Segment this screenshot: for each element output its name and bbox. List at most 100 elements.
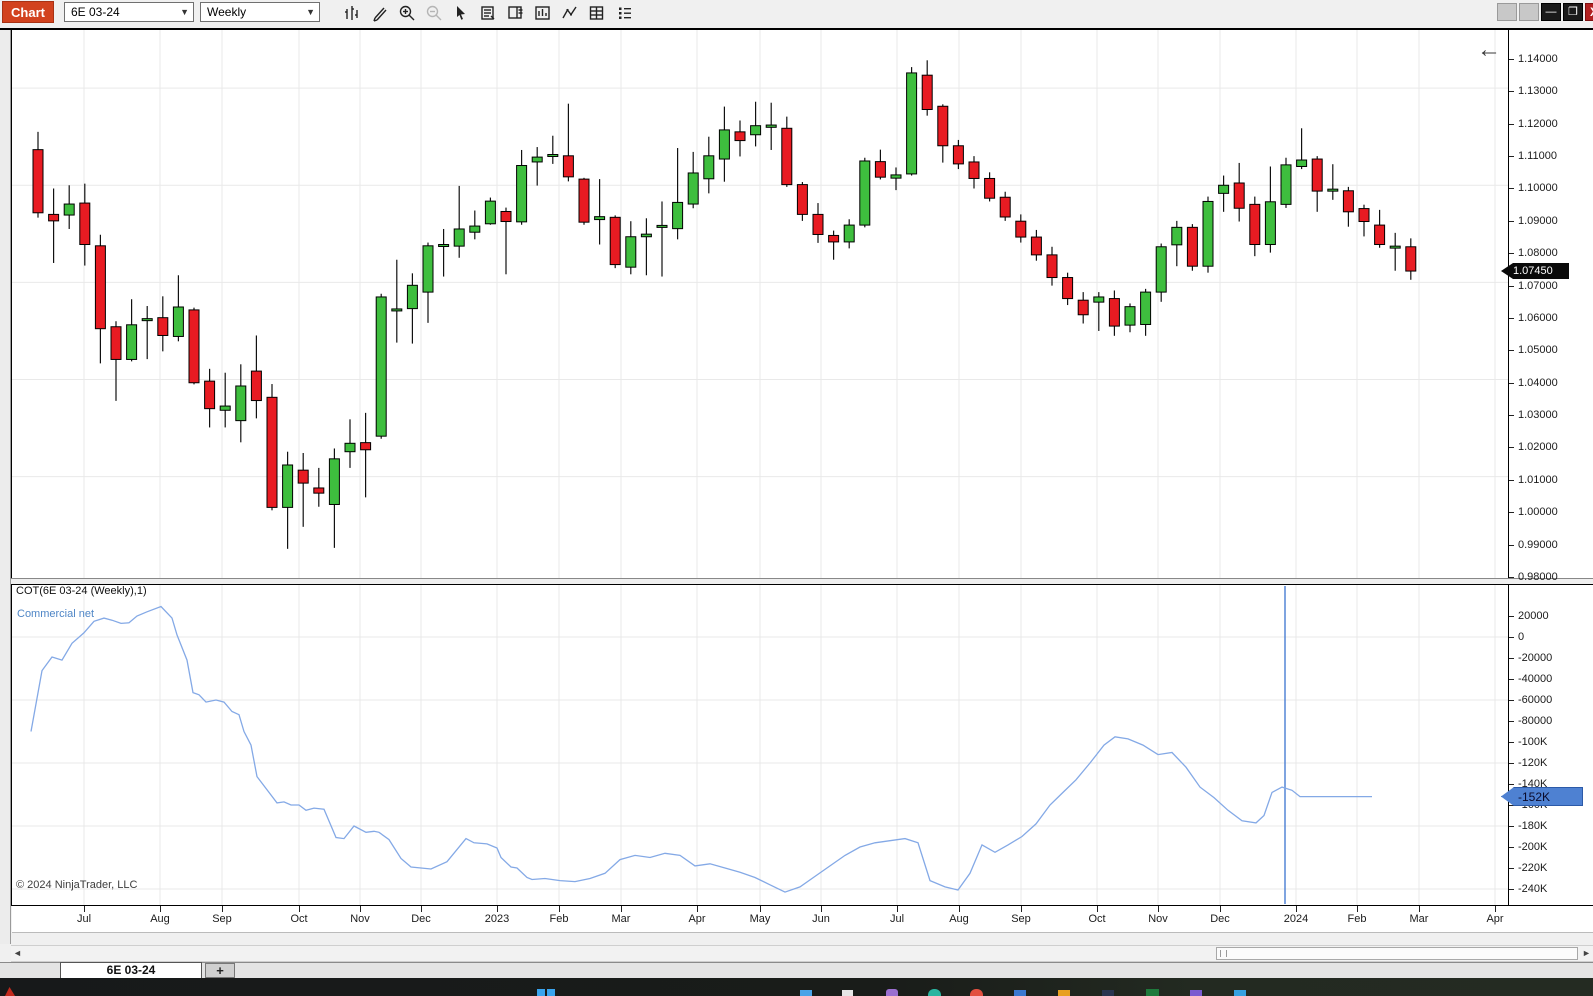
candle-body xyxy=(1077,299,1089,316)
cot-chart[interactable] xyxy=(12,585,1508,905)
time-axis-label: Sep xyxy=(212,913,232,925)
candle-body xyxy=(282,464,294,508)
price-axis-label: 1.13000 xyxy=(1518,85,1558,97)
scroll-right-arrow-icon[interactable]: ► xyxy=(1582,946,1591,961)
taskbar-icon-navy[interactable] xyxy=(1102,990,1114,996)
chart-menu-button[interactable]: Chart xyxy=(2,1,54,23)
price-axis-tick xyxy=(1509,512,1514,513)
price-axis-label: 1.05000 xyxy=(1518,344,1558,356)
candle-body xyxy=(937,105,949,147)
data-sheet-button[interactable] xyxy=(467,2,495,23)
candle-body xyxy=(734,131,746,142)
cot-axis-label: -180K xyxy=(1518,820,1548,832)
window-panel-button[interactable] xyxy=(495,2,523,23)
candle-body xyxy=(1296,159,1308,167)
taskbar-icon-blue[interactable] xyxy=(800,990,812,996)
tab-row xyxy=(0,962,1593,978)
indicator-box-button[interactable] xyxy=(522,2,550,23)
chart-border-left xyxy=(11,30,12,905)
candle-body xyxy=(547,154,559,158)
panel-splitter-bottom xyxy=(11,584,1593,585)
candle-body xyxy=(406,284,418,310)
price-axis-tick xyxy=(1509,577,1514,578)
price-axis-tick xyxy=(1509,286,1514,287)
price-axis-label: 1.06000 xyxy=(1518,312,1558,324)
candle-body xyxy=(1015,220,1027,238)
candle-body xyxy=(313,487,325,494)
price-axis-label: 1.02000 xyxy=(1518,441,1558,453)
time-axis-label: Oct xyxy=(290,913,308,925)
bar-chart-button[interactable] xyxy=(331,2,358,23)
window-extra-button-2[interactable] xyxy=(1519,3,1539,21)
cot-axis-label: -200K xyxy=(1518,841,1548,853)
time-axis-tick xyxy=(760,906,761,912)
cot-series-legend[interactable]: Commercial net xyxy=(17,608,94,620)
taskbar-icon-blue-3[interactable] xyxy=(1234,990,1246,996)
time-axis-label: Feb xyxy=(1347,913,1367,925)
window-extra-button[interactable] xyxy=(1497,3,1517,21)
window-left-edge xyxy=(0,30,11,944)
time-axis-tick xyxy=(559,906,560,912)
candle-body xyxy=(32,149,44,214)
instrument-dropdown[interactable]: 6E 03-24 ▼ xyxy=(64,2,194,22)
candle-body xyxy=(984,177,996,199)
taskbar-icon-purple-2[interactable] xyxy=(1190,990,1202,996)
candle-body xyxy=(906,72,918,175)
go-to-last-bar-arrow-icon[interactable]: ← xyxy=(1477,36,1501,64)
list-button[interactable] xyxy=(604,2,631,23)
zigzag-button[interactable] xyxy=(549,2,577,23)
cursor-button[interactable] xyxy=(440,2,465,23)
time-axis-label: Jul xyxy=(76,913,92,925)
cot-indicator-title: COT(6E 03-24 (Weekly),1) xyxy=(16,585,147,597)
taskbar-icon-purple[interactable] xyxy=(886,989,898,996)
restore-button[interactable]: ❐ xyxy=(1563,3,1583,21)
price-axis-label: 1.01000 xyxy=(1518,474,1558,486)
taskbar-icon-orange[interactable] xyxy=(1058,990,1070,996)
time-axis-label: Jul xyxy=(889,913,905,925)
taskbar-app-icon[interactable] xyxy=(5,987,15,996)
taskbar-icon-blue-2[interactable] xyxy=(1014,990,1026,996)
windows-start-icon[interactable] xyxy=(537,989,545,996)
axis-border xyxy=(1508,30,1509,905)
taskbar-icon-white[interactable] xyxy=(842,990,853,996)
candle-body xyxy=(1202,200,1214,267)
candle-body xyxy=(126,324,138,360)
scrollbar-thumb[interactable] xyxy=(1216,947,1578,960)
tab-6e-03-24[interactable]: 6E 03-24 xyxy=(60,962,202,978)
scroll-left-arrow-icon[interactable]: ◄ xyxy=(13,946,22,961)
minimize-button[interactable]: — xyxy=(1541,3,1561,21)
close-button[interactable]: X xyxy=(1585,3,1593,21)
candle-body xyxy=(1062,277,1074,300)
time-axis-label: Nov xyxy=(1148,913,1168,925)
candle-body xyxy=(484,200,496,225)
candle-body xyxy=(672,201,684,230)
candle-body xyxy=(360,442,372,451)
strategy-grid-button[interactable] xyxy=(576,2,604,23)
candle-body xyxy=(531,156,543,163)
cot-axis-tick xyxy=(1509,616,1514,617)
list-icon xyxy=(619,7,631,19)
time-axis-label: Mar xyxy=(611,913,631,925)
zoom-out-button[interactable] xyxy=(413,2,442,23)
candle-body xyxy=(609,216,621,266)
candle-body xyxy=(1140,291,1152,325)
taskbar-icon-excel[interactable] xyxy=(1146,989,1159,996)
candle-body xyxy=(1264,201,1276,246)
cot-axis-tick xyxy=(1509,847,1514,848)
interval-dropdown[interactable]: Weekly ▼ xyxy=(200,2,320,22)
time-axis-tick xyxy=(621,906,622,912)
cot-axis-label: 0 xyxy=(1518,631,1525,643)
time-axis-label: Nov xyxy=(350,913,370,925)
price-axis-label: 1.00000 xyxy=(1518,506,1558,518)
candle-body xyxy=(438,244,450,248)
taskbar-icon-red[interactable] xyxy=(970,989,983,996)
panel-splitter[interactable] xyxy=(11,579,1593,584)
taskbar-icon-teal[interactable] xyxy=(928,989,941,996)
pencil-button[interactable] xyxy=(359,2,387,23)
zoom-in-button[interactable] xyxy=(386,2,415,23)
cot-axis-label: -120K xyxy=(1518,757,1548,769)
candle-body xyxy=(1171,226,1183,246)
price-chart[interactable] xyxy=(12,30,1508,578)
add-tab-button[interactable]: + xyxy=(205,963,235,978)
time-axis-label: May xyxy=(749,913,771,925)
